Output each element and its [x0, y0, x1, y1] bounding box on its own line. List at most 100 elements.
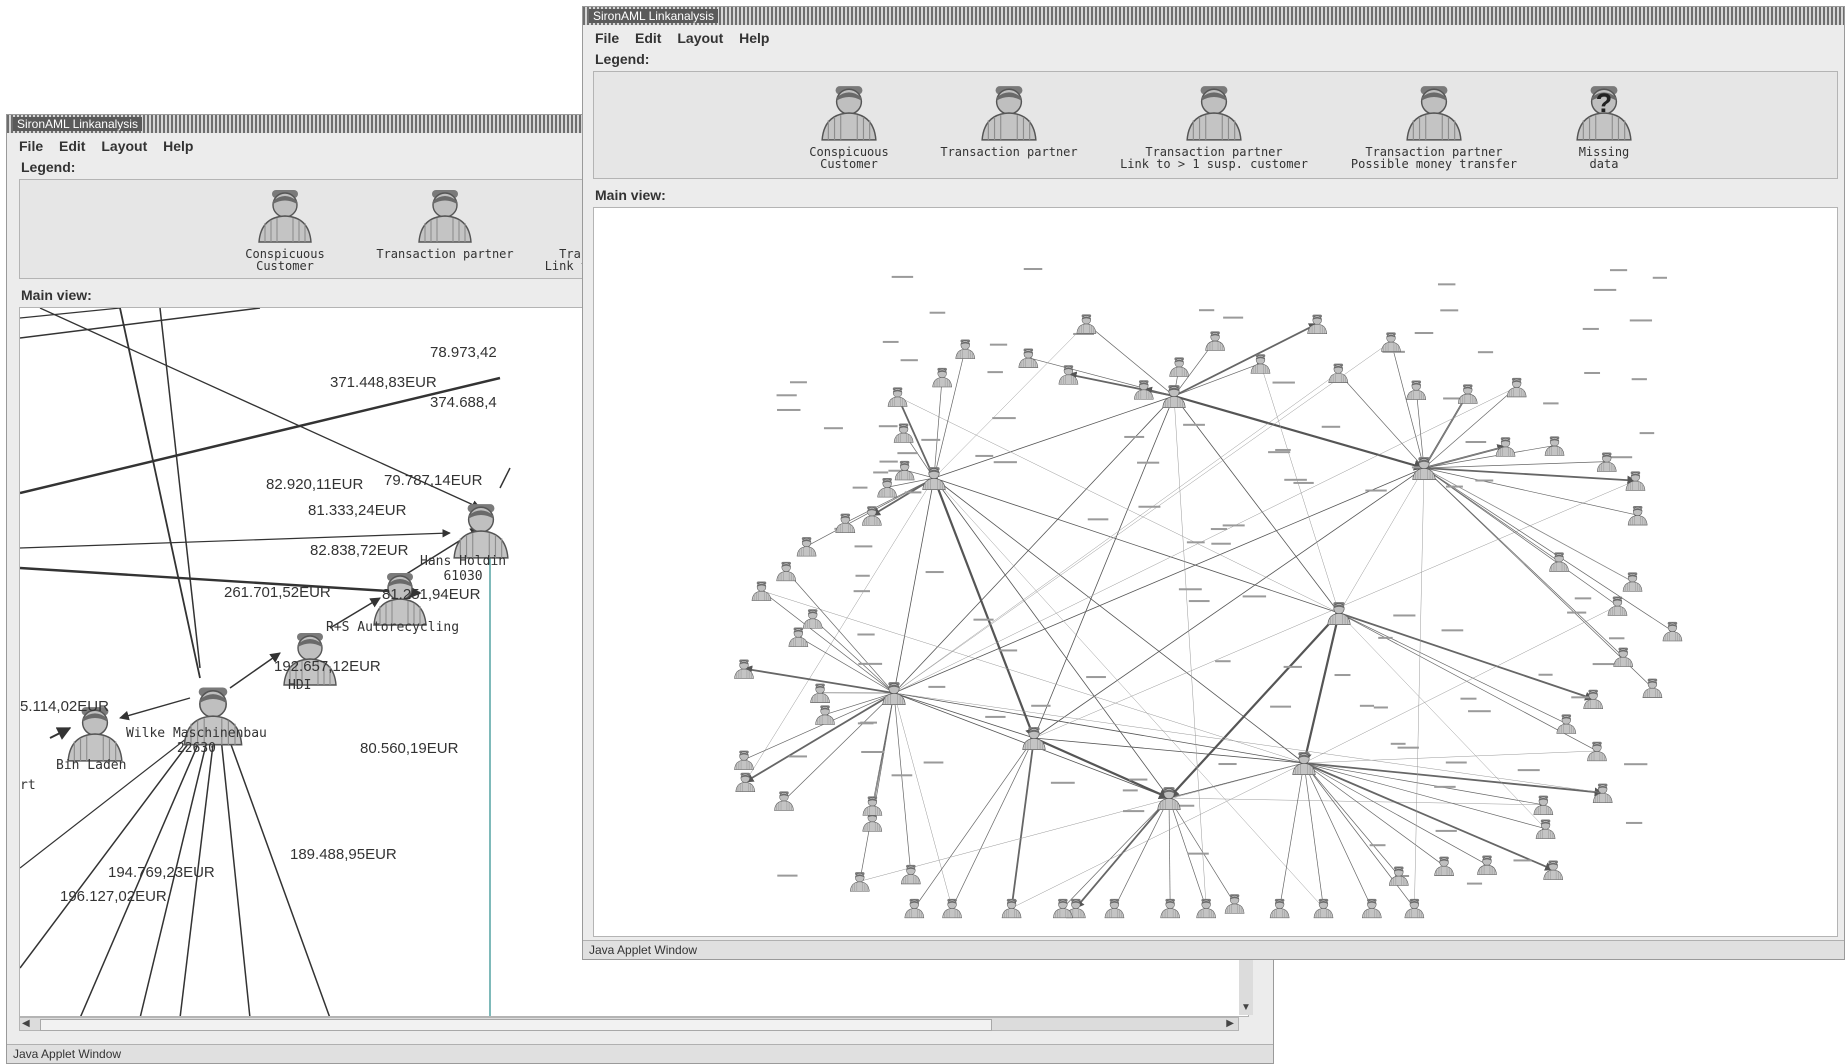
node-label-rs-autorecycling: R+S Autorecycling [326, 620, 460, 635]
graph-edge-label-mark [1414, 332, 1434, 335]
front-main-view[interactable] [593, 207, 1838, 937]
graph-edge-label-mark [891, 774, 913, 777]
graph-edge-label-mark [1222, 524, 1245, 527]
graph-edge-label-mark [1639, 432, 1655, 435]
graph-node-icon [1622, 572, 1643, 592]
graph-edge-label-mark [1124, 435, 1145, 438]
graph-edge-label-mark [1268, 451, 1291, 454]
graph-node-icon [1361, 898, 1382, 919]
graph-node-icon [1404, 898, 1425, 919]
graph-edge-label-mark [891, 275, 914, 278]
edge-amount: 261.701,52EUR [224, 584, 331, 601]
graph-edge-label-mark [776, 394, 797, 397]
graph-edge-label-mark [900, 359, 918, 362]
window-title: SironAML Linkanalysis [589, 9, 718, 23]
menu-file[interactable]: File [19, 135, 43, 157]
menu-layout[interactable]: Layout [101, 135, 147, 157]
menu-help[interactable]: Help [163, 135, 193, 157]
graph-node-icon [796, 536, 817, 557]
graph-edge-label-mark [1218, 763, 1237, 766]
graph-node-icon [932, 367, 952, 388]
graph-edge [1303, 762, 1400, 876]
menu-layout[interactable]: Layout [677, 27, 723, 49]
scroll-left-arrow[interactable]: ◀ [22, 1018, 30, 1030]
graph-edge-label-mark [975, 454, 994, 457]
graph-edge [933, 323, 1087, 479]
graph-edge [1414, 389, 1425, 469]
graph-edge-label-mark [1465, 441, 1487, 444]
possible-money-transfer-icon [1403, 82, 1465, 142]
graph-edge [1338, 612, 1546, 829]
menu-edit[interactable]: Edit [635, 27, 661, 49]
graph-edge-label-mark [860, 721, 877, 724]
graph-node-icon [1058, 364, 1079, 385]
missing-data-icon: ? [1573, 82, 1635, 142]
graph-edge-label-mark [1435, 829, 1457, 832]
graph-edge-label-mark [1178, 588, 1202, 591]
graph-node-icon [1543, 860, 1564, 880]
graph-edge-label-mark [1087, 518, 1109, 521]
graph-edge-label-mark [1183, 423, 1205, 426]
legend-label: Legend: [21, 159, 76, 175]
graph-edge-label-mark [998, 649, 1018, 652]
graph-edge [893, 692, 1035, 739]
graph-edge [1278, 762, 1305, 909]
graph-edge-label-mark [1567, 611, 1587, 614]
graph-edge [933, 376, 944, 479]
graph-edge-label-mark [1242, 595, 1267, 598]
graph-edge-label-mark [852, 486, 868, 489]
graph-node-icon [1328, 363, 1349, 383]
scroll-down-arrow[interactable]: ▼ [1239, 1001, 1253, 1015]
graph-node-icon [1583, 689, 1603, 710]
graph-edge [1027, 356, 1175, 397]
graph-edge-label-mark [921, 438, 941, 441]
graph-edge-label-mark [1390, 742, 1406, 745]
graph-edge-label-mark [1609, 456, 1633, 459]
graph-node-icon [1224, 894, 1245, 914]
menu-file[interactable]: File [595, 27, 619, 49]
graph-node-icon [815, 705, 835, 725]
graph-edge-label-mark [1584, 371, 1601, 374]
legend-conspicuous-customer: Conspicuous Customer [230, 186, 340, 272]
graph-edge-label-mark [1468, 710, 1491, 713]
graph-node-icon [904, 898, 925, 919]
graph-node-icon [802, 608, 823, 629]
menu-edit[interactable]: Edit [59, 135, 85, 157]
scroll-thumb[interactable] [40, 1019, 992, 1031]
front-title-bar[interactable]: SironAML Linkanalysis [583, 7, 1844, 25]
graph-edge [893, 386, 1517, 694]
graph-node-icon [1457, 384, 1478, 404]
graph-edge [1173, 395, 1340, 614]
graph-edge-label-mark [1593, 288, 1617, 291]
horizontal-scrollbar[interactable]: ◀ ▶ [19, 1017, 1239, 1031]
graph-node-icon [1205, 331, 1225, 351]
main-view-label: Main view: [595, 187, 666, 203]
graph-edge-label-mark [857, 633, 875, 636]
graph-edge-label-mark [1538, 673, 1553, 676]
graph-edge-label-mark [1652, 276, 1667, 279]
graph-node-icon [1076, 314, 1097, 334]
graph-node-icon [835, 513, 856, 533]
graph-edge-label-mark [777, 408, 801, 411]
edge-amount: 5.114,02EUR [20, 698, 109, 715]
graph-edge-label-mark [1122, 789, 1138, 792]
graph-node-icon [1477, 855, 1497, 875]
graph-edge-label-mark [1609, 269, 1628, 272]
transaction-partner-icon [415, 186, 475, 244]
graph-edge-label-mark [854, 545, 873, 548]
graph-edge [1303, 762, 1546, 830]
graph-node-icon [1160, 898, 1180, 919]
graph-edge-label-mark [1437, 283, 1456, 286]
legend-transaction-partner: Transaction partner [924, 82, 1094, 158]
graph-edge [951, 737, 1035, 909]
graph-edge [1300, 612, 1341, 765]
graph-edge-label-mark [1609, 637, 1625, 640]
network-graph-canvas[interactable] [594, 208, 1838, 937]
scroll-right-arrow[interactable]: ▶ [1226, 1018, 1234, 1030]
graph-node-icon [1662, 621, 1683, 642]
graph-edge-label-mark [1186, 541, 1205, 544]
graph-edge-label-mark [993, 461, 1017, 464]
graph-edge-label-mark [853, 590, 870, 593]
menu-help[interactable]: Help [739, 27, 769, 49]
graph-edge-label-mark [1283, 665, 1302, 668]
